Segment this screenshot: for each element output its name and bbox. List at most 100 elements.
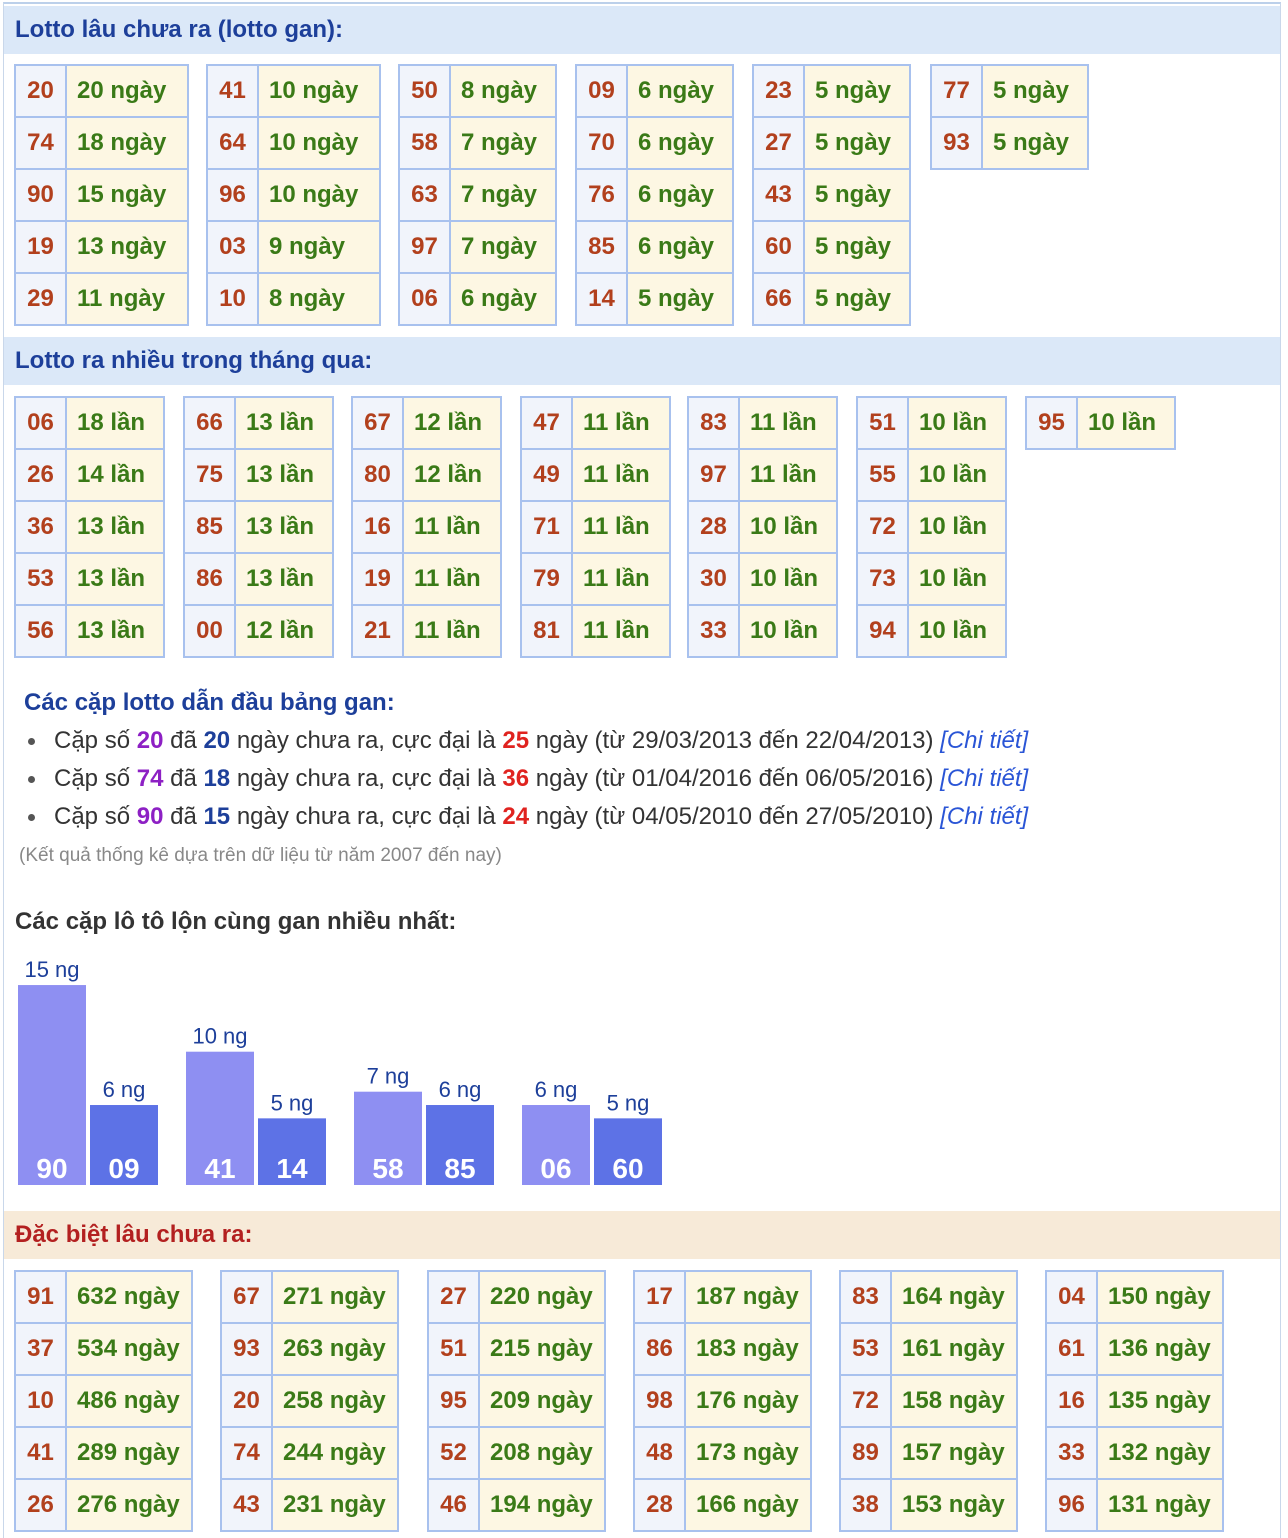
lotto-value: 13 lần	[236, 502, 332, 552]
leader-days: 20	[203, 727, 231, 754]
lotto-value: 263 ngày	[273, 1324, 397, 1374]
lotto-value: 5 ngày	[805, 222, 909, 272]
lotto-value: 289 ngày	[67, 1428, 191, 1478]
gan-column-3: 50 8 ngày 58 7 ngày 63 7 ngày 97 7 ngày 06 6 ngày	[398, 64, 557, 326]
lotto-value: 215 ngày	[480, 1324, 604, 1374]
lotto-number: 76	[577, 170, 626, 220]
leader-text: đã	[163, 803, 204, 830]
lotto-number: 53	[841, 1324, 890, 1374]
leader-pair-number: 74	[136, 765, 164, 792]
lotto-value: 11 lần	[404, 554, 500, 604]
chart-value-label: 6 ng	[535, 1077, 578, 1102]
lotto-value: 150 ngày	[1098, 1272, 1222, 1322]
lotto-number: 29	[16, 274, 65, 324]
lotto-number: 03	[208, 222, 257, 272]
lotto-number: 72	[841, 1376, 890, 1426]
chart-value-label: 5 ng	[607, 1090, 650, 1115]
lotto-number: 97	[400, 222, 449, 272]
detail-link[interactable]: [Chi tiết]	[940, 803, 1028, 830]
lotto-number: 14	[577, 274, 626, 324]
lotto-value: 276 ngày	[67, 1480, 191, 1530]
dacbiet-column-3: 27 220 ngày 51 215 ngày 95 209 ngày 52 208 ngày…	[427, 1270, 606, 1532]
lotto-value: 13 lần	[67, 502, 163, 552]
lotto-number: 38	[841, 1480, 890, 1530]
leaders-list: Cặp số 20 đã 20 ngày chưa ra, cực đại là…	[24, 722, 1224, 836]
lotto-number: 21	[353, 606, 402, 656]
lotto-number: 80	[353, 450, 402, 500]
lotto-number: 37	[16, 1324, 65, 1374]
lotto-number: 95	[1027, 398, 1076, 448]
lotto-value: 12 lần	[236, 606, 332, 656]
chart-value-label: 10 ng	[192, 1024, 247, 1049]
lotto-value: 5 ngày	[805, 118, 909, 168]
lotto-value: 10 ngày	[259, 66, 379, 116]
leader-text: ngày chưa ra, cực đại là	[230, 803, 503, 830]
lotto-number: 47	[522, 398, 571, 448]
lotto-value: 10 lần	[740, 554, 836, 604]
lotto-value: 10 lần	[909, 398, 1005, 448]
lotto-value: 11 lần	[740, 398, 836, 448]
lotto-number: 17	[635, 1272, 684, 1322]
lotto-number: 41	[16, 1428, 65, 1478]
lotto-number: 64	[208, 118, 257, 168]
lotto-number: 83	[841, 1272, 890, 1322]
leader-item: Cặp số 74 đã 18 ngày chưa ra, cực đại là…	[24, 760, 1224, 798]
lotto-value: 11 lần	[573, 398, 669, 448]
lotto-number: 98	[635, 1376, 684, 1426]
pair-gan-chart: 90 15 ng 09 6 ng 41 10 ng 14 5 ng 58 7 ng 85 6 ng 06…	[18, 957, 662, 1185]
lotto-number: 49	[522, 450, 571, 500]
lotto-value: 5 ngày	[628, 274, 732, 324]
nhieu-column-2: 66 13 lần 75 13 lần 85 13 lần 86 13 lần 00 12 lần	[183, 396, 334, 658]
lotto-value: 7 ngày	[451, 170, 555, 220]
lotto-number: 10	[16, 1376, 65, 1426]
lotto-number: 61	[1047, 1324, 1096, 1374]
lotto-value: 244 ngày	[273, 1428, 397, 1478]
lotto-value: 173 ngày	[686, 1428, 810, 1478]
lotto-value: 18 ngày	[67, 118, 187, 168]
lotto-value: 271 ngày	[273, 1272, 397, 1322]
lotto-number: 89	[841, 1428, 890, 1478]
lotto-number: 30	[689, 554, 738, 604]
leader-days: 15	[203, 803, 231, 830]
lotto-number: 74	[222, 1428, 271, 1478]
lotto-number: 27	[754, 118, 803, 168]
lotto-value: 5 ngày	[805, 274, 909, 324]
lotto-value: 8 ngày	[451, 66, 555, 116]
lotto-value: 164 ngày	[892, 1272, 1016, 1322]
leader-pair-number: 90	[136, 803, 164, 830]
gan-column-4: 09 6 ngày 70 6 ngày 76 6 ngày 85 6 ngày 14 5 ngày	[575, 64, 734, 326]
lotto-value: 11 lần	[573, 450, 669, 500]
lotto-value: 11 lần	[573, 606, 669, 656]
lotto-number: 71	[522, 502, 571, 552]
lotto-value: 183 ngày	[686, 1324, 810, 1374]
lotto-number: 77	[932, 66, 981, 116]
lotto-value: 13 lần	[67, 606, 163, 656]
gan-column-2: 41 10 ngày 64 10 ngày 96 10 ngày 03 9 ngày 10 8 n…	[206, 64, 381, 326]
lotto-value: 11 ngày	[67, 274, 187, 324]
lotto-value: 12 lần	[404, 398, 500, 448]
lotto-number: 26	[16, 1480, 65, 1530]
lotto-value: 10 lần	[909, 502, 1005, 552]
lotto-number: 93	[932, 118, 981, 168]
lotto-number: 97	[689, 450, 738, 500]
lotto-value: 12 lần	[404, 450, 500, 500]
lotto-value: 7 ngày	[451, 118, 555, 168]
detail-link[interactable]: [Chi tiết]	[940, 727, 1028, 754]
lotto-number: 06	[400, 274, 449, 324]
lotto-value: 194 ngày	[480, 1480, 604, 1530]
lotto-value: 231 ngày	[273, 1480, 397, 1530]
lotto-value: 10 lần	[909, 606, 1005, 656]
lotto-value: 13 lần	[67, 554, 163, 604]
chart-bar-label: 58	[372, 1153, 403, 1184]
lotto-value: 20 ngày	[67, 66, 187, 116]
section-title-lotto-gan: Lotto lâu chưa ra (lotto gan):	[4, 6, 1280, 54]
lotto-number: 23	[754, 66, 803, 116]
bullet-icon	[28, 738, 35, 745]
lotto-number: 53	[16, 554, 65, 604]
lotto-value: 153 ngày	[892, 1480, 1016, 1530]
lotto-value: 9 ngày	[259, 222, 379, 272]
lotto-number: 52	[429, 1428, 478, 1478]
lotto-value: 220 ngày	[480, 1272, 604, 1322]
lotto-number: 66	[754, 274, 803, 324]
detail-link[interactable]: [Chi tiết]	[940, 765, 1028, 792]
